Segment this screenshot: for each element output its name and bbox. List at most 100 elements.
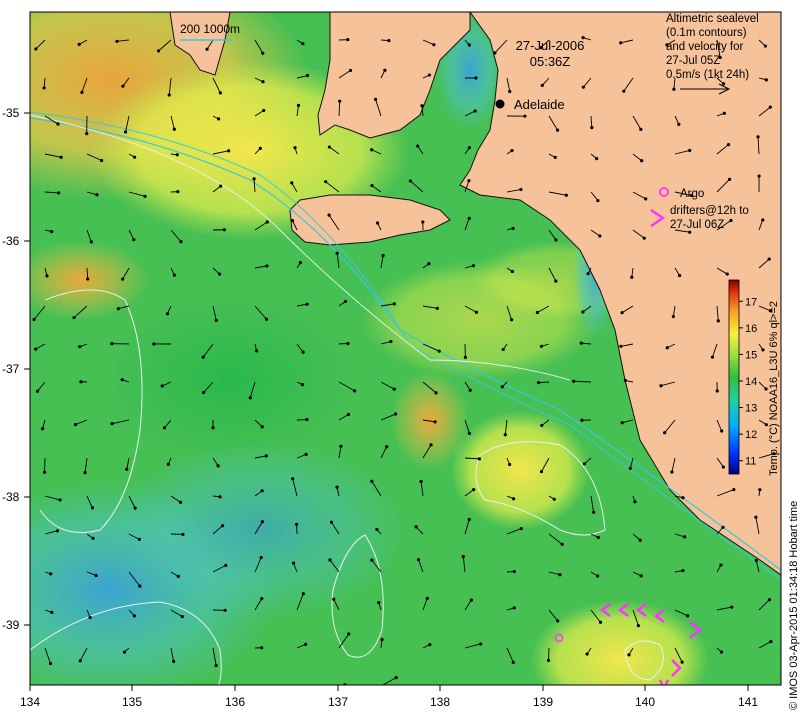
velocity-arrow-head [769, 640, 773, 644]
scale-label: 200 1000m [180, 22, 240, 36]
velocity-arrow-head [370, 558, 374, 562]
velocity-arrow-head [375, 527, 379, 532]
velocity-arrow-head [133, 155, 137, 159]
velocity-arrow-head [681, 569, 685, 573]
velocity-arrow-head [71, 692, 74, 695]
velocity-arrow-head [581, 310, 585, 314]
velocity-arrow-head [301, 592, 305, 596]
velocity-arrow-head [176, 574, 180, 578]
velocity-arrow-head [175, 153, 179, 157]
velocity-arrow-head [262, 108, 266, 113]
velocity-arrow [759, 686, 767, 689]
drifter-line: drifters@12h to [670, 205, 749, 217]
velocity-arrow-head [59, 155, 63, 159]
velocity-arrow-head [590, 125, 594, 130]
velocity-arrow-head [83, 471, 87, 475]
velocity-arrow-head [85, 132, 89, 136]
velocity-arrow-head [80, 90, 84, 95]
velocity-arrow [626, 686, 633, 689]
velocity-arrow-head [681, 496, 685, 500]
sealevel-line: Altimetric sealevel [666, 13, 759, 25]
velocity-arrow-head [472, 698, 475, 701]
velocity-arrow-head [555, 128, 560, 132]
velocity-arrow-head [347, 632, 351, 636]
velocity-arrow-head [721, 465, 725, 469]
velocity-arrow-head [259, 555, 263, 560]
velocity-arrow-head [620, 311, 624, 315]
velocity-arrow-head [639, 574, 643, 578]
velocity-arrow-head [305, 686, 308, 689]
velocity-arrow-head [732, 488, 736, 492]
velocity-arrow-head [519, 187, 523, 192]
velocity-arrow-head [427, 73, 432, 77]
velocity-arrow-head [540, 423, 544, 428]
velocity-arrow-head [381, 253, 385, 258]
sealevel-line: 0.5m/s (1kt 24h) [666, 69, 749, 81]
velocity-arrow-head [581, 85, 585, 89]
velocity-arrow-head [421, 220, 425, 224]
velocity-arrow-head [132, 614, 136, 618]
velocity-arrow-head [619, 344, 623, 348]
velocity-arrow-head [764, 78, 768, 82]
velocity-arrow-head [719, 650, 724, 654]
velocity-arrow-head [35, 389, 40, 393]
velocity-arrow-head [761, 348, 765, 352]
velocity-arrow-head [427, 262, 431, 266]
velocity-arrow-head [511, 497, 516, 501]
velocity-arrow-head [211, 426, 215, 430]
velocity-arrow-head [511, 226, 515, 230]
velocity-arrow-head [120, 378, 124, 382]
velocity-arrow-head [392, 302, 396, 306]
velocity-arrow-head [346, 412, 351, 417]
velocity-arrow-head [627, 653, 631, 657]
y-tick-label: -39 [2, 618, 20, 632]
velocity-arrow-head [428, 643, 432, 647]
velocity-arrow-head [642, 236, 646, 240]
velocity-arrow-head [763, 44, 767, 48]
velocity-arrow-head [132, 237, 136, 242]
velocity-arrow-head [619, 41, 623, 45]
velocity-arrow [212, 686, 213, 693]
velocity-arrow-head [50, 229, 54, 234]
velocity-arrow-head [477, 457, 481, 461]
velocity-arrow [255, 686, 261, 691]
velocity-arrow-head [324, 180, 328, 184]
velocity-arrow-head [338, 99, 342, 103]
velocity-arrow-head [688, 148, 692, 153]
velocity-arrow-head [387, 38, 391, 43]
velocity-arrow-head [40, 427, 45, 431]
velocity-arrow-head [86, 277, 90, 281]
velocity-arrow-head [633, 500, 637, 504]
velocity-arrow-head [523, 114, 527, 118]
velocity-arrow-head [32, 317, 36, 322]
velocity-arrow-head [305, 302, 309, 306]
velocity-arrow-head [389, 339, 393, 344]
velocity-arrow-head [293, 146, 297, 150]
colorbar-tick-label: 13 [745, 403, 757, 415]
velocity-arrow-head [79, 380, 83, 384]
velocity-arrow-head [248, 396, 252, 400]
colorbar-tick-label: 16 [745, 323, 757, 335]
velocity-arrow-head [305, 417, 309, 422]
sst-field [30, 12, 781, 701]
velocity-arrow-head [89, 240, 93, 244]
velocity-arrow-head [160, 384, 164, 388]
velocity-arrow-head [754, 515, 758, 519]
velocity-arrow-head [683, 535, 687, 539]
velocity-arrow-head [392, 387, 396, 391]
velocity-arrow-head [509, 318, 514, 322]
velocity-arrow-head [45, 274, 49, 278]
velocity-arrow-head [663, 431, 667, 435]
velocity-arrow-head [94, 573, 98, 578]
velocity-arrow [297, 686, 306, 687]
velocity-arrow-head [91, 536, 95, 540]
velocity-arrow-head [625, 688, 628, 691]
velocity-arrow-head [180, 614, 184, 619]
velocity-arrow-head [260, 646, 264, 650]
velocity-arrow-head [394, 675, 398, 680]
velocity-arrow-head [659, 384, 663, 388]
velocity-arrow-head [730, 605, 734, 609]
velocity-arrow-head [352, 389, 357, 393]
velocity-arrow-head [122, 650, 127, 654]
velocity-arrow-head [260, 597, 264, 601]
